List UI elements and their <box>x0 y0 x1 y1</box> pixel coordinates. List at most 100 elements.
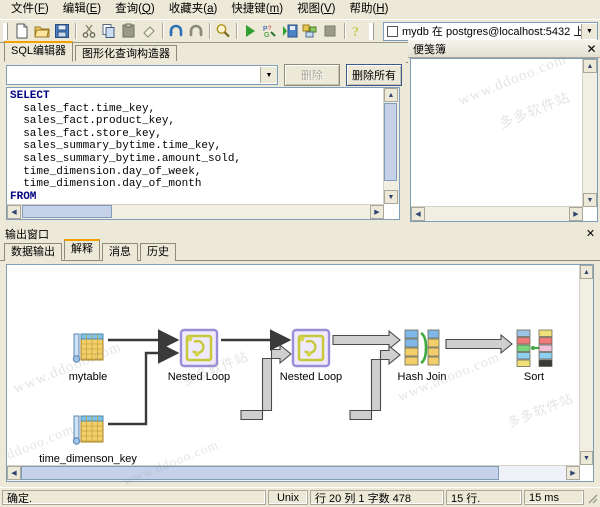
status-message: 确定. <box>2 490 266 505</box>
chevron-down-icon[interactable]: ▼ <box>580 23 597 39</box>
undo-icon[interactable] <box>166 20 186 42</box>
sql-horizontal-scrollbar[interactable]: ◀ ▶ <box>7 204 384 219</box>
chevron-down-icon[interactable]: ▼ <box>260 67 277 83</box>
close-icon[interactable]: ✕ <box>584 227 597 240</box>
tab-sql-editor[interactable]: SQL编辑器 <box>4 41 74 62</box>
scratchpad-horizontal-scrollbar[interactable]: ◀ ▶ <box>411 206 583 221</box>
scratchpad-title: 便笺簿 <box>413 43 446 56</box>
menu-query-label: 查询 <box>115 2 139 15</box>
edge-lower-to-hash-join <box>349 344 401 421</box>
plan-node-label-hash_join: Hash Join <box>398 371 447 383</box>
menu-help[interactable]: 帮助(H) <box>342 1 395 18</box>
table-node-icon <box>72 333 104 363</box>
output-window: 输出窗口 ✕ 数据输出 解释 消息 历史 mytable time_dimens… <box>0 226 600 488</box>
plan-node-label-time_dimenson_key: time_dimenson_key <box>39 453 137 465</box>
close-icon[interactable]: ✕ <box>585 42 598 55</box>
sql-vertical-scrollbar[interactable]: ▲ ▼ <box>383 88 399 204</box>
execute-icon[interactable] <box>240 20 260 42</box>
menu-file-acc: F <box>37 2 45 15</box>
history-combo[interactable]: ▼ <box>6 65 278 85</box>
svg-text:?: ? <box>352 25 359 39</box>
menu-favourites-label: 收藏夹 <box>168 2 204 15</box>
toolbar-separator <box>162 23 163 39</box>
menu-view-label: 视图 <box>297 2 321 15</box>
tab-data-output[interactable]: 数据输出 <box>4 243 62 261</box>
explain-vertical-scrollbar[interactable]: ▲ ▼ <box>579 265 593 465</box>
menu-query-acc: Q <box>141 2 151 15</box>
scroll-up-button[interactable]: ▲ <box>384 88 398 102</box>
scroll-left-button[interactable]: ◀ <box>411 207 425 221</box>
redo-icon[interactable] <box>186 20 206 42</box>
scroll-down-button[interactable]: ▼ <box>580 451 593 465</box>
toolbar-separator <box>343 23 345 39</box>
find-icon[interactable] <box>213 20 233 42</box>
explain-hscroll-thumb[interactable] <box>21 466 499 480</box>
plan-node-mytable[interactable]: mytable <box>69 333 108 383</box>
scroll-left-button[interactable]: ◀ <box>7 466 21 480</box>
save-results-icon[interactable] <box>280 20 300 42</box>
delete-all-button[interactable]: 删除所有 <box>346 64 402 86</box>
scroll-right-button[interactable]: ▶ <box>566 466 580 480</box>
sql-line-1: sales_fact.time_key, <box>10 102 156 115</box>
plan-node-label-nested_loop_2: Nested Loop <box>280 371 342 383</box>
scroll-up-button[interactable]: ▲ <box>583 59 597 73</box>
new-icon[interactable] <box>11 20 31 42</box>
menu-help-acc: H <box>376 2 385 15</box>
edge-hash-join-to-sort <box>445 333 513 355</box>
sql-line-5: sales_summary_bytime.amount_sold, <box>10 152 242 165</box>
open-icon[interactable] <box>32 20 52 42</box>
table-node-icon <box>72 415 104 445</box>
menu-macros-label: 快捷键 <box>231 2 266 15</box>
menu-macros[interactable]: 快捷键(m) <box>224 1 290 18</box>
database-selector[interactable]: mydb 在 postgres@localhost:5432 上 ▼ <box>382 21 598 41</box>
plan-node-label-nested_loop_1: Nested Loop <box>168 371 230 383</box>
svg-text:G: G <box>264 32 269 39</box>
tab-messages[interactable]: 消息 <box>102 243 138 261</box>
explain-icon[interactable]: P? G <box>260 20 280 42</box>
resize-grip[interactable] <box>586 492 598 504</box>
menu-bar: 文件(F) 编辑(E) 查询(Q) 收藏夹(a) 快捷键(m) 视图(V) 帮助… <box>0 0 600 19</box>
tab-history[interactable]: 历史 <box>140 243 176 261</box>
eraser-icon[interactable] <box>139 20 159 42</box>
paste-icon[interactable] <box>119 20 139 42</box>
delete-button[interactable]: 删除 <box>284 64 340 86</box>
scratchpad-text-area[interactable]: ▲ ▼ ◀ ▶ <box>410 58 598 222</box>
sql-hscroll-thumb[interactable] <box>22 205 112 218</box>
sql-text-area[interactable]: SELECT sales_fact.time_key, sales_fact.p… <box>6 87 400 220</box>
stop-icon[interactable] <box>320 20 340 42</box>
status-row-count: 15 行. <box>446 490 522 505</box>
copy-icon[interactable] <box>99 20 119 42</box>
scroll-left-button[interactable]: ◀ <box>7 205 21 219</box>
sql-vscroll-thumb[interactable] <box>384 103 397 181</box>
menu-query[interactable]: 查询(Q) <box>108 1 162 18</box>
save-icon[interactable] <box>52 20 72 42</box>
toolbar-grip[interactable] <box>3 22 9 40</box>
menu-favourites[interactable]: 收藏夹(a) <box>162 1 225 18</box>
tab-explain[interactable]: 解释 <box>64 239 100 260</box>
cut-icon[interactable] <box>79 20 99 42</box>
scratchpad-header: 便笺簿 ✕ <box>408 40 600 58</box>
menu-macros-acc: m <box>269 2 280 15</box>
explain-canvas[interactable]: mytable time_dimenson_key Nested Loop Neste… <box>6 264 594 482</box>
help-icon[interactable]: ? <box>347 20 367 42</box>
menu-help-label: 帮助 <box>349 2 373 15</box>
explain-plan-svg: mytable time_dimenson_key Nested Loop Neste… <box>39 328 553 465</box>
scroll-right-button[interactable]: ▶ <box>569 207 583 221</box>
sql-line-3: sales_fact.store_key, <box>10 127 162 140</box>
plan-node-sort[interactable]: Sort <box>516 329 553 383</box>
scroll-down-button[interactable]: ▼ <box>583 193 597 207</box>
scroll-right-button[interactable]: ▶ <box>370 205 384 219</box>
toolbar-grip-2[interactable] <box>368 22 374 40</box>
analyze-icon[interactable] <box>300 20 320 42</box>
menu-view[interactable]: 视图(V) <box>290 1 342 18</box>
explain-horizontal-scrollbar[interactable]: ◀ ▶ <box>7 465 580 481</box>
menu-file[interactable]: 文件(F) <box>4 1 56 18</box>
scroll-down-button[interactable]: ▼ <box>384 190 398 204</box>
scratchpad-pane: 便笺簿 ✕ ▲ ▼ ◀ ▶ <box>408 40 600 225</box>
plan-node-hash_join[interactable]: Hash Join <box>398 329 447 383</box>
edge-timedim-to-nested-loop-1 <box>108 342 180 426</box>
menu-edit[interactable]: 编辑(E) <box>56 1 108 18</box>
plan-node-nested_loop_1[interactable]: Nested Loop <box>168 328 230 383</box>
scroll-up-button[interactable]: ▲ <box>580 265 593 279</box>
scratchpad-vertical-scrollbar[interactable]: ▲ ▼ <box>582 59 597 207</box>
